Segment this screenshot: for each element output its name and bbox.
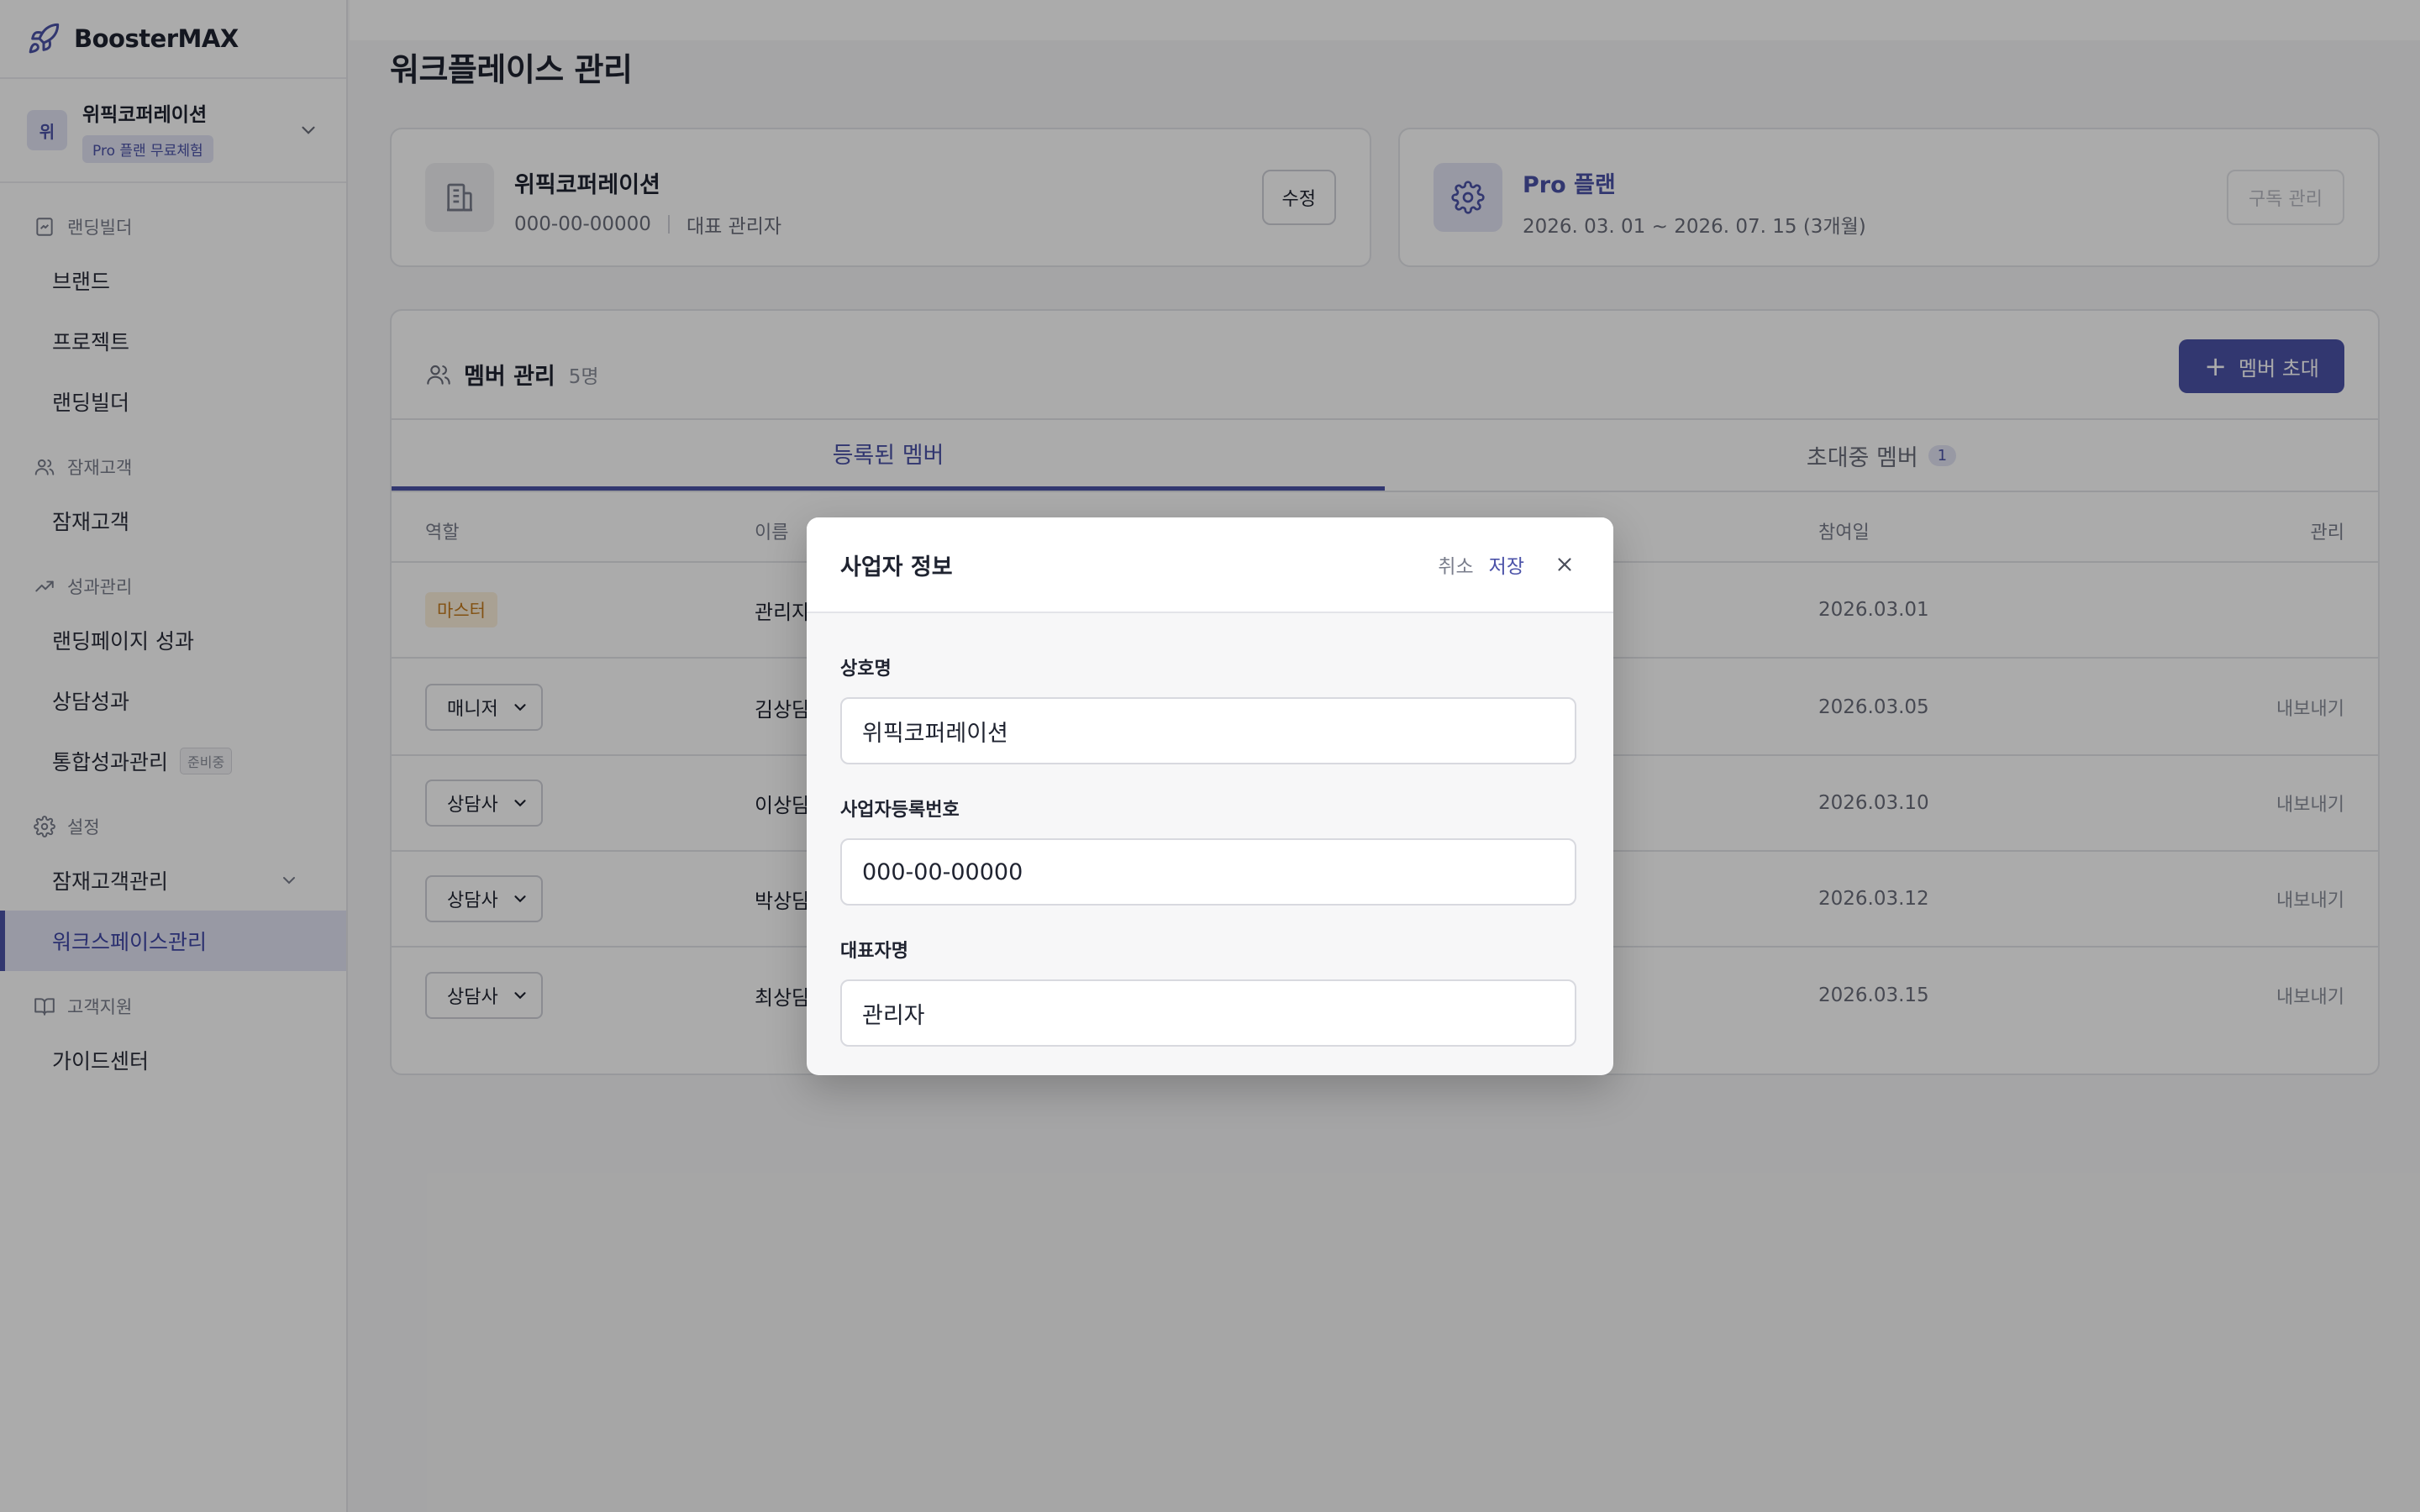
- field-registration-number: 사업자등록번호: [840, 795, 1580, 906]
- modal-title: 사업자 정보: [840, 554, 953, 580]
- field-label: 대표자명: [840, 941, 908, 962]
- registration-number-input[interactable]: [840, 838, 1576, 906]
- field-company-name: 상호명: [840, 654, 1580, 764]
- company-name-input[interactable]: [840, 697, 1576, 764]
- business-info-modal: 사업자 정보 취소 저장 상호명 사업자등록번호 대표자명: [807, 517, 1613, 1075]
- modal-body: 상호명 사업자등록번호 대표자명: [807, 613, 1613, 1047]
- field-representative-name: 대표자명: [840, 936, 1580, 1047]
- save-button[interactable]: 저장: [1489, 550, 1524, 579]
- close-button[interactable]: [1549, 549, 1580, 580]
- field-label: 사업자등록번호: [840, 800, 960, 821]
- close-icon: [1558, 558, 1571, 571]
- field-label: 상호명: [840, 659, 892, 680]
- cancel-button[interactable]: 취소: [1438, 550, 1473, 579]
- modal-header: 사업자 정보 취소 저장: [807, 517, 1613, 613]
- representative-name-input[interactable]: [840, 979, 1576, 1047]
